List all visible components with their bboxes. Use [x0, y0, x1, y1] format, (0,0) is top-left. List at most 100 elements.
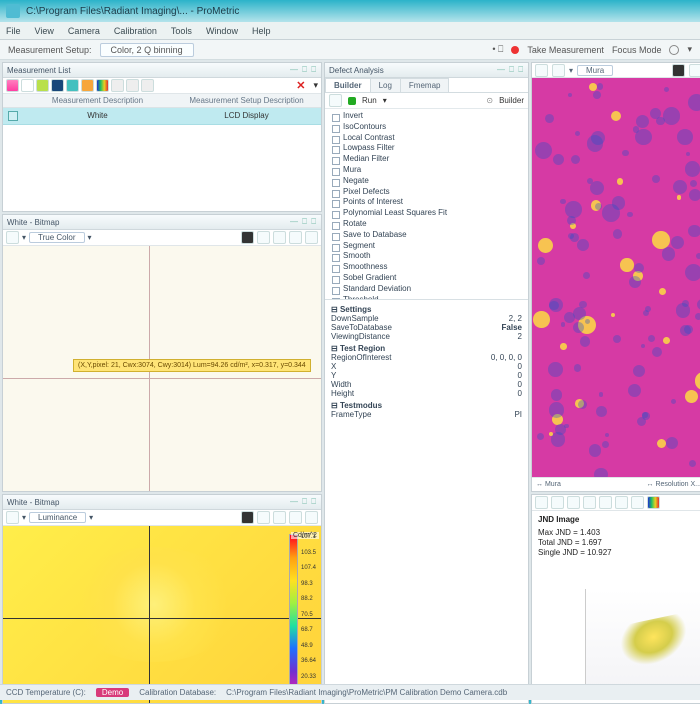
- take-measurement-button[interactable]: Take Measurement: [527, 45, 604, 55]
- menu-window[interactable]: Window: [206, 26, 238, 36]
- tool-icon[interactable]: [535, 64, 548, 77]
- zoom-icon[interactable]: [689, 64, 700, 77]
- prop-val[interactable]: 0, 0, 0, 0: [491, 353, 522, 362]
- jnd-3d-plot[interactable]: Centris(A): [585, 589, 700, 699]
- tree-node[interactable]: Lowpass Filter: [329, 143, 524, 154]
- tool-icon[interactable]: [66, 79, 79, 92]
- menu-camera[interactable]: Camera: [68, 26, 100, 36]
- tree-node[interactable]: Local Contrast: [329, 133, 524, 144]
- tool-icon[interactable]: [583, 496, 596, 509]
- mura-canvas[interactable]: [532, 78, 700, 477]
- zoom-out-icon[interactable]: [289, 231, 302, 244]
- tree-node[interactable]: Median Filter: [329, 154, 524, 165]
- bitmap-canvas[interactable]: (X,Y,pixel: 21, Cwx:3074, Cwy:3014) Lum=…: [3, 246, 321, 491]
- tree-node[interactable]: Points of Interest: [329, 197, 524, 208]
- chevron-down-icon[interactable]: ▾: [569, 66, 573, 75]
- spectrum-icon[interactable]: [96, 79, 109, 92]
- prop-val[interactable]: 0: [518, 362, 522, 371]
- zoom-in-icon[interactable]: [273, 511, 286, 524]
- tree-node[interactable]: IsoContours: [329, 122, 524, 133]
- tool-icon[interactable]: [6, 79, 19, 92]
- tool-icon[interactable]: [81, 79, 94, 92]
- tool-icon[interactable]: [552, 64, 565, 77]
- tool-icon[interactable]: [126, 79, 139, 92]
- tree-node[interactable]: Rotate: [329, 219, 524, 230]
- menu-view[interactable]: View: [35, 26, 54, 36]
- panel-controls[interactable]: — ⎕ ⎕: [497, 65, 524, 75]
- tool-icon[interactable]: [535, 496, 548, 509]
- menu-tools[interactable]: Tools: [171, 26, 192, 36]
- pointer-icon[interactable]: [6, 231, 19, 244]
- tool-icon[interactable]: [111, 79, 124, 92]
- chevron-down-icon[interactable]: ▾: [22, 513, 26, 522]
- grid-icon[interactable]: [672, 64, 685, 77]
- prop-val[interactable]: 0: [518, 380, 522, 389]
- tool-icon[interactable]: [631, 496, 644, 509]
- tree-node[interactable]: Mura: [329, 165, 524, 176]
- palette-icon[interactable]: [647, 496, 660, 509]
- prop-val[interactable]: 0: [518, 389, 522, 398]
- mura-mode-select[interactable]: Mura: [577, 65, 613, 76]
- view-mode-select[interactable]: True Color: [29, 232, 85, 243]
- zoom-out-icon[interactable]: [289, 511, 302, 524]
- tree-node[interactable]: Segment: [329, 241, 524, 252]
- operations-tree[interactable]: InvertIsoContoursLocal ContrastLowpass F…: [325, 109, 528, 299]
- chevron-down-icon[interactable]: ▾: [687, 44, 692, 55]
- chevron-down-icon[interactable]: ▾: [89, 513, 93, 522]
- tree-node[interactable]: Standard Deviation: [329, 284, 524, 295]
- tree-node[interactable]: Polynomial Least Squares Fit: [329, 208, 524, 219]
- grid-icon[interactable]: [241, 231, 254, 244]
- tool-icon[interactable]: [615, 496, 628, 509]
- open-icon[interactable]: [329, 94, 342, 107]
- tab-log[interactable]: Log: [370, 78, 401, 92]
- zoom-in-icon[interactable]: [273, 231, 286, 244]
- zoom-icon[interactable]: [599, 496, 612, 509]
- tree-node[interactable]: Invert: [329, 111, 524, 122]
- pointer-icon[interactable]: [6, 511, 19, 524]
- ruler-icon[interactable]: [305, 231, 318, 244]
- table-row[interactable]: White LCD Display: [3, 108, 321, 125]
- gear-icon[interactable]: [669, 45, 679, 55]
- column-header[interactable]: Measurement Description: [23, 96, 172, 105]
- prop-val[interactable]: 2, 2: [509, 314, 522, 323]
- tree-node[interactable]: Pixel Defects: [329, 187, 524, 198]
- tree-node[interactable]: Sobel Gradient: [329, 273, 524, 284]
- run-button[interactable]: Run: [362, 96, 377, 105]
- delete-icon[interactable]: ✕: [296, 79, 305, 92]
- menu-help[interactable]: Help: [252, 26, 271, 36]
- properties-grid[interactable]: ⊟ Settings DownSample2, 2 SaveToDatabase…: [325, 299, 528, 685]
- chevron-down-icon[interactable]: ▾: [383, 96, 387, 105]
- tab-builder[interactable]: Builder: [325, 78, 371, 92]
- tree-node[interactable]: Smooth: [329, 251, 524, 262]
- chart-icon[interactable]: [36, 79, 49, 92]
- panel-controls[interactable]: — ⎕ ⎕: [290, 497, 317, 507]
- ruler-icon[interactable]: [305, 511, 318, 524]
- panel-controls[interactable]: — ⎕ ⎕: [290, 65, 317, 75]
- menu-file[interactable]: File: [6, 26, 21, 36]
- chevron-down-icon[interactable]: ▾: [313, 80, 318, 91]
- fit-icon[interactable]: [257, 231, 270, 244]
- chevron-down-icon[interactable]: ▾: [22, 233, 26, 242]
- tree-node[interactable]: Save to Database: [329, 230, 524, 241]
- focus-mode-button[interactable]: Focus Mode: [612, 45, 662, 55]
- tool-icon[interactable]: [141, 79, 154, 92]
- menu-calibration[interactable]: Calibration: [114, 26, 157, 36]
- prop-val[interactable]: 2: [518, 332, 522, 341]
- fit-icon[interactable]: [257, 511, 270, 524]
- panel-controls[interactable]: — ⎕ ⎕: [290, 217, 317, 227]
- grid-icon[interactable]: [241, 511, 254, 524]
- prop-val[interactable]: False: [502, 323, 522, 332]
- column-header[interactable]: Measurement Setup Description: [172, 96, 321, 105]
- tool-icon[interactable]: [567, 496, 580, 509]
- setup-dropdown[interactable]: Color, 2 Q binning: [100, 43, 194, 57]
- tab-fmemap[interactable]: Fmemap: [400, 78, 450, 92]
- tree-node[interactable]: Threshold: [329, 295, 524, 299]
- luminance-canvas[interactable]: Cd/m^2 107.1 103.5 107.4 98.3 88.2 70.5 …: [3, 526, 321, 703]
- chevron-down-icon[interactable]: ▾: [88, 233, 92, 242]
- tree-node[interactable]: Smoothness: [329, 262, 524, 273]
- prop-val[interactable]: PI: [514, 410, 522, 419]
- prop-val[interactable]: 0: [518, 371, 522, 380]
- tool-icon[interactable]: [51, 79, 64, 92]
- tree-node[interactable]: Negate: [329, 176, 524, 187]
- tool-icon[interactable]: [21, 79, 34, 92]
